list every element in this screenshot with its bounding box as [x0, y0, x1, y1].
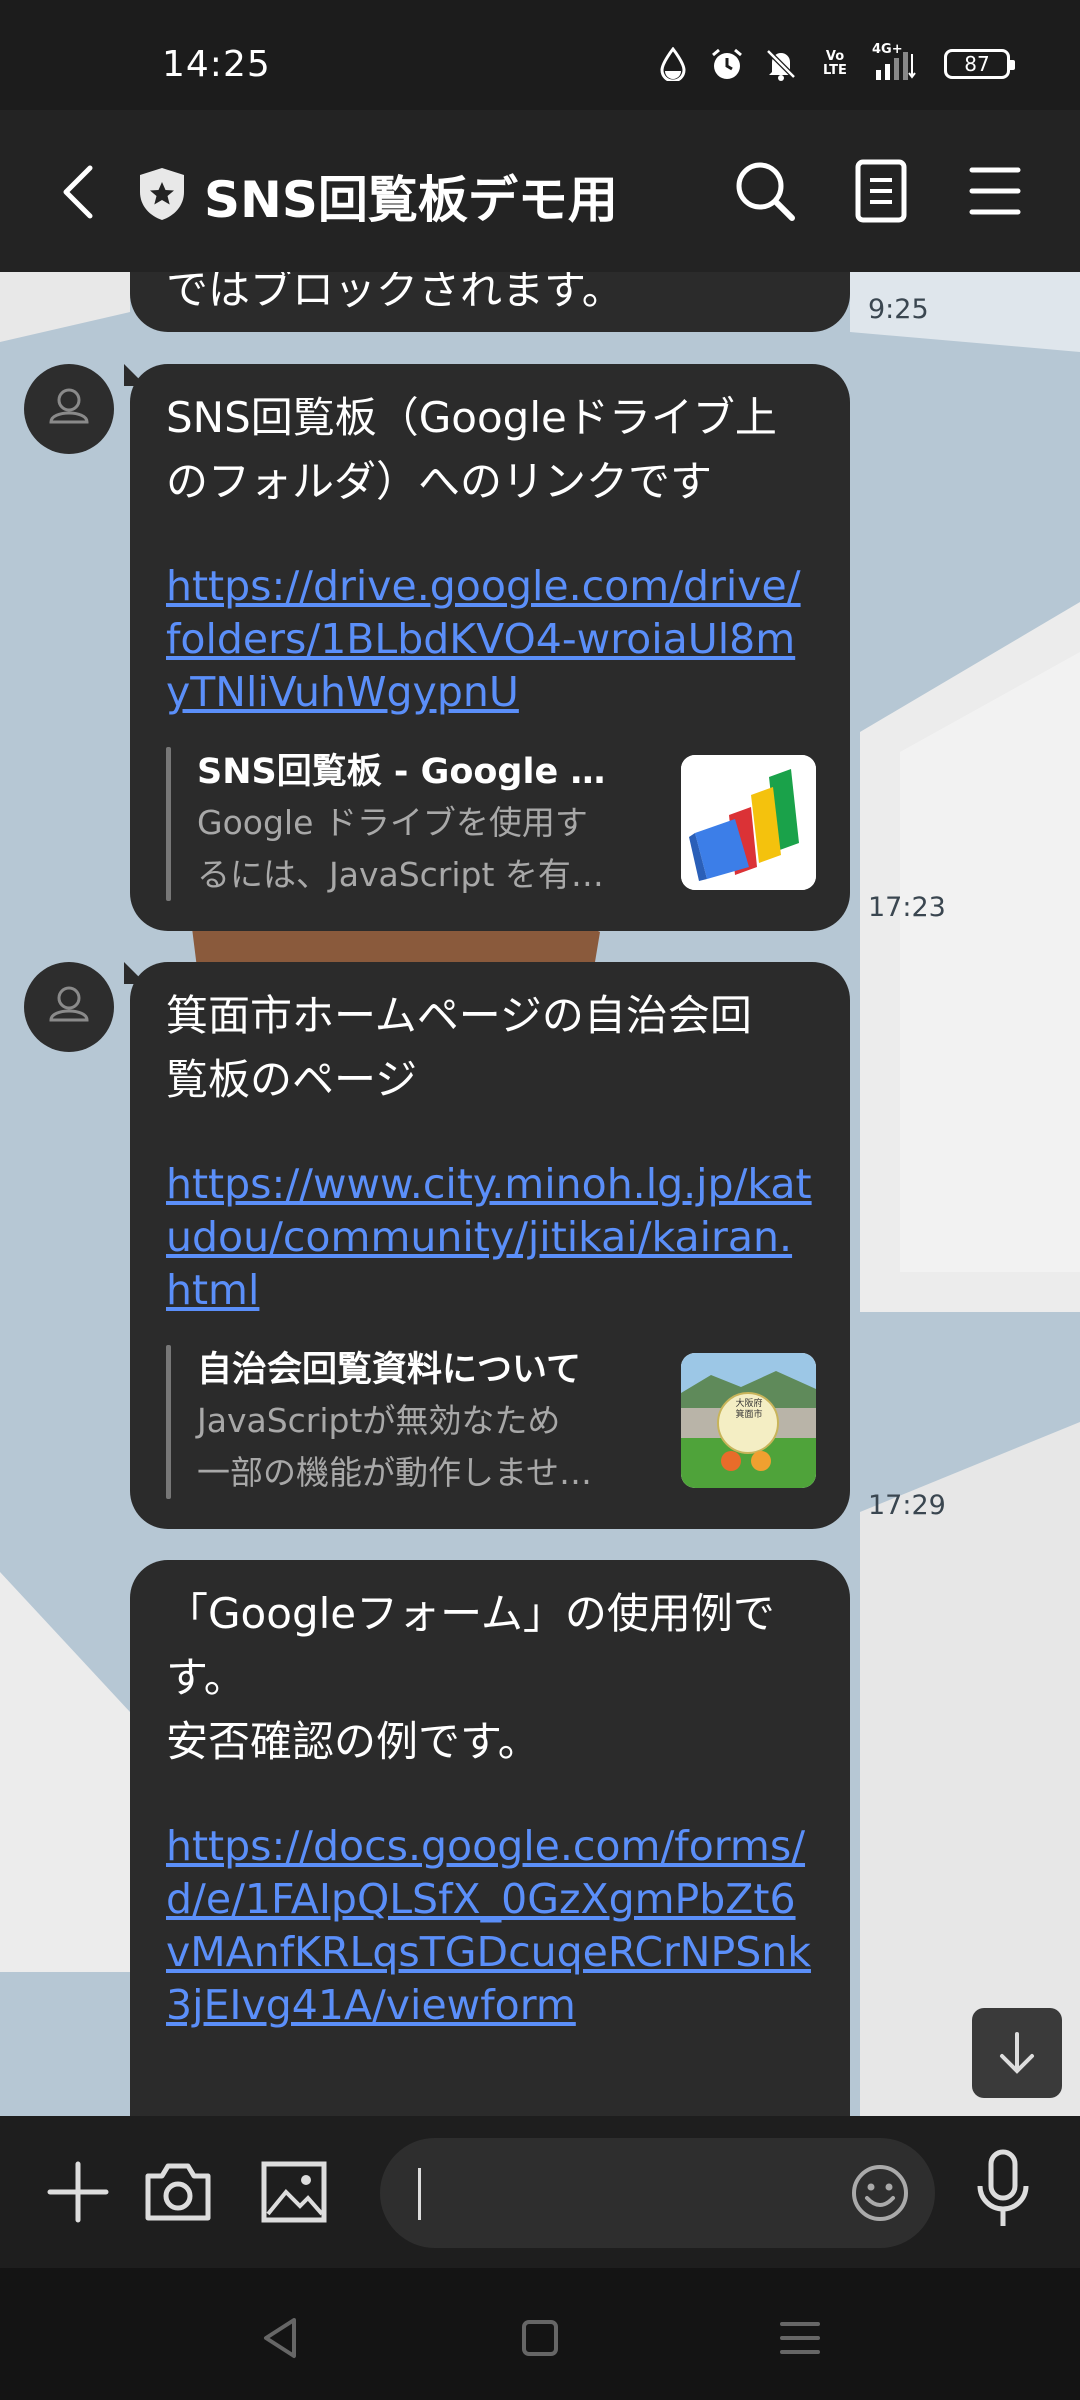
message-text: 箕面市ホームページの自治会回 覧板のページ — [166, 991, 752, 1104]
message-link[interactable]: https://docs.google.com/forms/d/e/1FAIpQ… — [166, 1820, 814, 2032]
alarm-icon — [710, 46, 744, 82]
system-nav-bar — [0, 2268, 1080, 2400]
message-text: ではブロックされます。 — [166, 272, 624, 314]
person-icon — [49, 986, 89, 1022]
link-preview[interactable]: 自治会回覧資料について JavaScriptが無効なため 一部の機能が動作しませ… — [166, 1345, 816, 1499]
status-time: 14:25 — [162, 44, 271, 85]
status-icons: Vo LTE 4G+ 87 — [656, 42, 1015, 84]
message-input[interactable] — [380, 2138, 935, 2248]
mute-icon — [764, 46, 798, 82]
person-icon — [49, 388, 89, 424]
chat-title: SNS回覧板デモ用 — [204, 171, 618, 229]
preview-description: JavaScriptが無効なため 一部の機能が動作しませ… — [197, 1401, 593, 1492]
chat-area[interactable]: ではブロックされます。 9:25 SNS回覧板（Googleドライブ上 のフォル… — [0, 272, 1080, 2116]
message-link[interactable]: https://www.city.minoh.lg.jp/katudou/com… — [166, 1158, 814, 1317]
preview-bar — [166, 1345, 171, 1499]
message-bubble[interactable]: 箕面市ホームページの自治会回 覧板のページ https://www.city.m… — [130, 962, 850, 1529]
water-drop-icon — [656, 46, 690, 82]
microphone-icon[interactable] — [968, 2146, 1038, 2236]
chat-header: SNS回覧板デモ用 — [0, 110, 1080, 272]
preview-title: SNS回覧板 - Google ド… — [197, 752, 637, 792]
battery-icon: 87 — [944, 49, 1015, 79]
volte-icon: Vo LTE — [823, 49, 847, 78]
nav-recents-icon[interactable] — [770, 2308, 830, 2368]
input-bar — [0, 2116, 1080, 2268]
shield-icon — [137, 166, 187, 222]
avatar[interactable] — [24, 364, 114, 454]
plus-icon[interactable] — [40, 2154, 116, 2230]
message-time: 17:23 — [868, 892, 946, 923]
link-preview[interactable]: SNS回覧板 - Google ド… Google ドライブを使用す るには、J… — [166, 747, 816, 901]
camera-icon[interactable] — [140, 2154, 216, 2230]
arrow-down-icon — [1000, 2032, 1034, 2074]
status-bar: 14:25 Vo LTE 4G+ 87 — [0, 0, 1080, 110]
message-text: 「Googleフォーム」の使用例で す。 安否確認の例です。 — [166, 1589, 775, 1766]
minoh-city-thumbnail: 大阪府 箕面市 — [681, 1353, 816, 1488]
message-bubble[interactable]: 「Googleフォーム」の使用例で す。 安否確認の例です。 https://d… — [130, 1560, 850, 2116]
message-link[interactable]: https://drive.google.com/drive/folders/1… — [166, 560, 814, 719]
message-bubble[interactable]: ではブロックされます。 — [130, 272, 850, 332]
google-drive-logo-icon — [681, 755, 816, 890]
google-drive-thumbnail — [681, 755, 816, 890]
avatar[interactable] — [24, 962, 114, 1052]
message-bubble[interactable]: SNS回覧板（Googleドライブ上 のフォルダ）へのリンクです https:/… — [130, 364, 850, 931]
message-time: 17:29 — [868, 1490, 946, 1521]
menu-icon[interactable] — [960, 156, 1030, 226]
search-icon[interactable] — [730, 156, 800, 226]
nav-back-icon[interactable] — [252, 2308, 312, 2368]
signal-icon: 4G+ — [872, 42, 924, 82]
message-time: 9:25 — [868, 294, 929, 325]
preview-bar — [166, 747, 171, 901]
preview-title: 自治会回覧資料について — [197, 1350, 581, 1390]
emoji-icon[interactable] — [847, 2160, 913, 2226]
network-label: 4G+ — [872, 42, 903, 57]
notes-icon[interactable] — [846, 156, 916, 226]
back-arrow-icon[interactable] — [52, 160, 112, 224]
thumbnail-city-label: 大阪府 箕面市 — [735, 1399, 763, 1420]
preview-description: Google ドライブを使用す るには、JavaScript を有… — [197, 803, 604, 894]
scroll-down-button[interactable] — [972, 2008, 1062, 2098]
message-text: SNS回覧板（Googleドライブ上 のフォルダ）へのリンクです — [166, 393, 777, 506]
text-caret — [418, 2168, 421, 2220]
nav-home-icon[interactable] — [510, 2308, 570, 2368]
image-icon[interactable] — [256, 2154, 332, 2230]
